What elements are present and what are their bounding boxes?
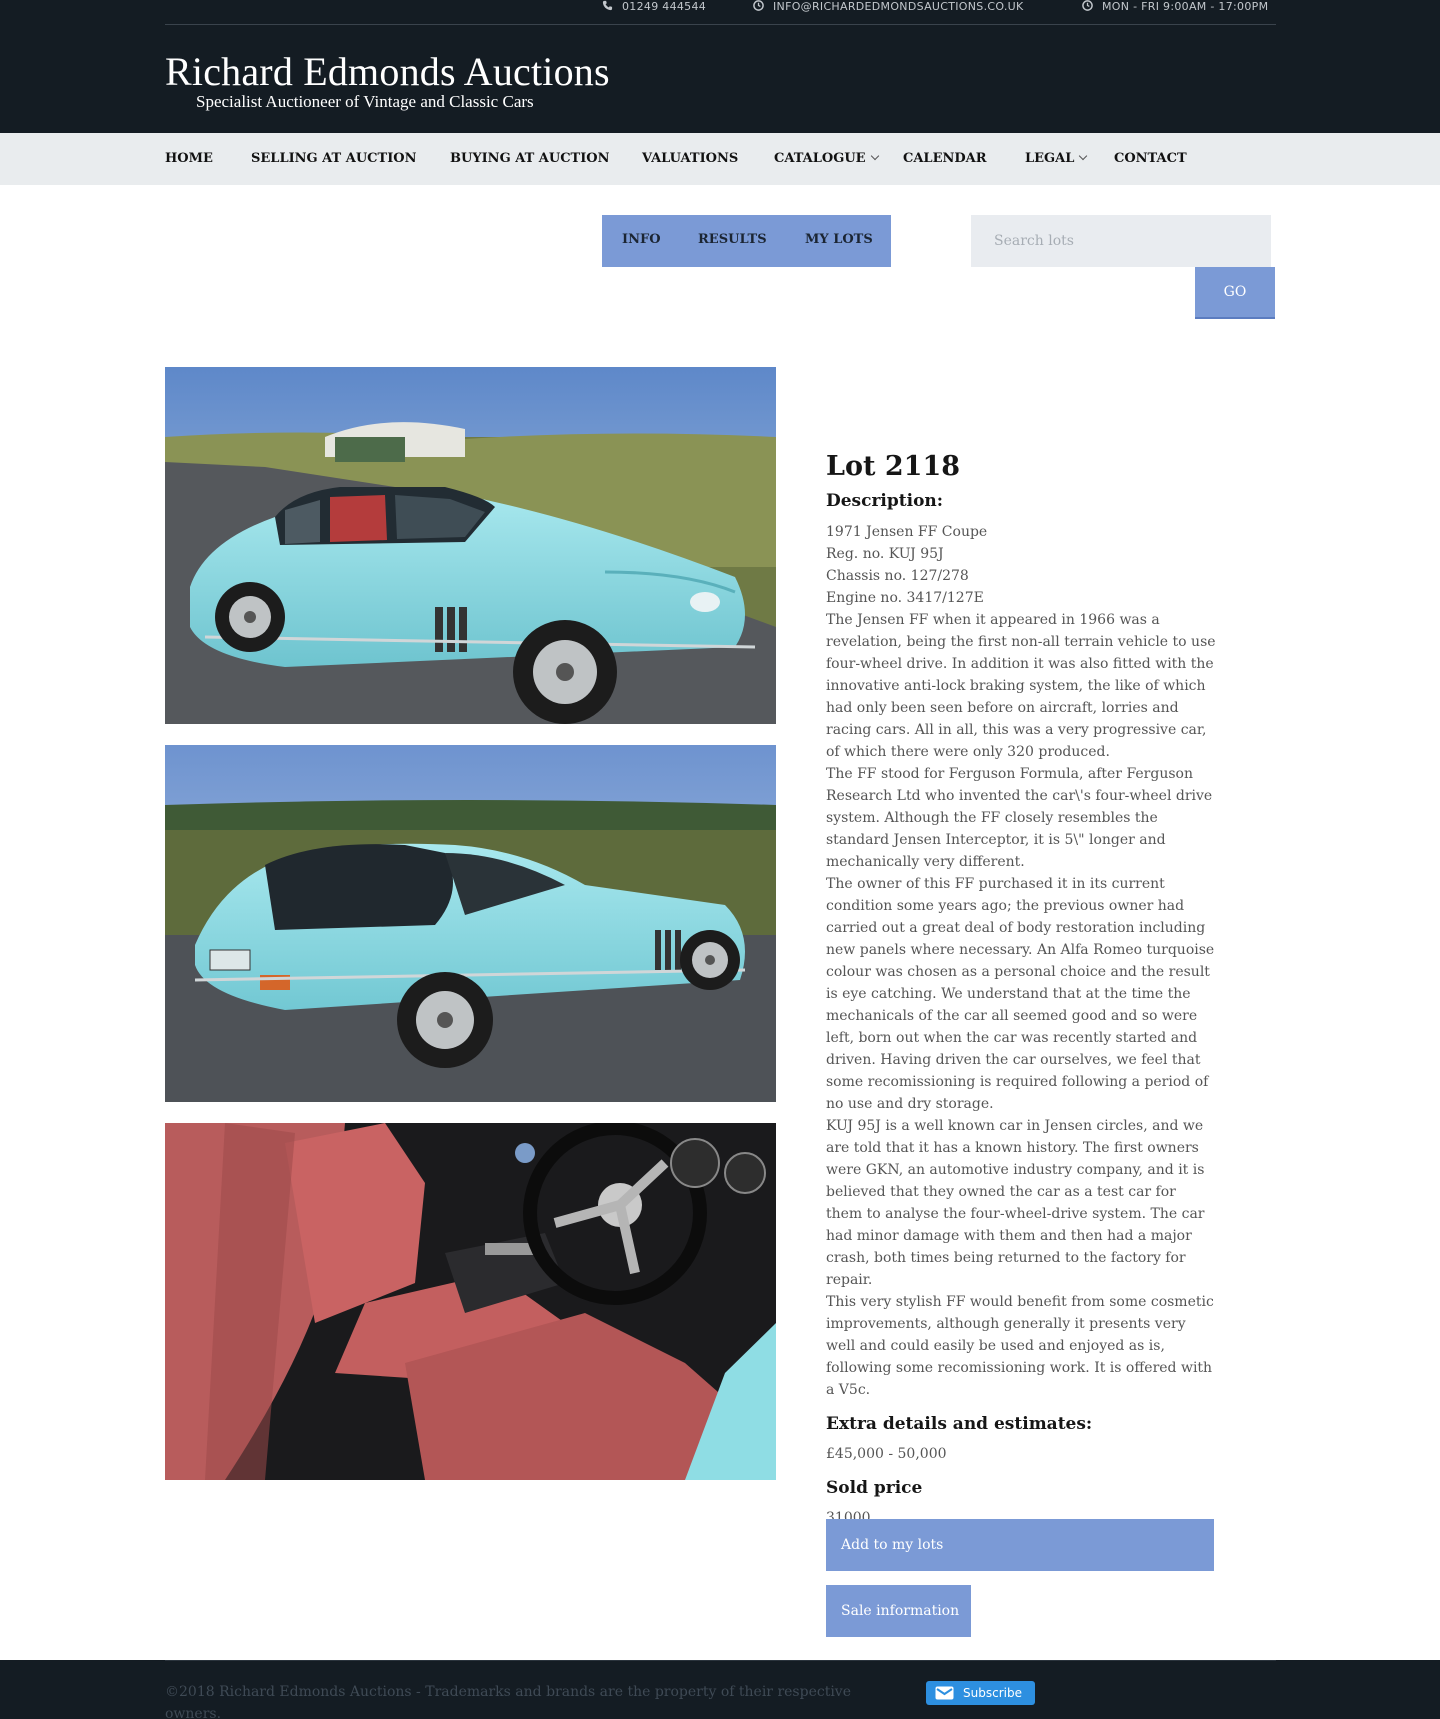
description-line: Reg. no. KUJ 95J [826, 546, 944, 562]
chevron-down-icon [870, 151, 879, 161]
clock-icon [1082, 0, 1093, 11]
rear-wheel [397, 972, 493, 1068]
description-line: Chassis no. 127/278 [826, 568, 969, 584]
lot-details: Lot 2118 Description: 1971 Jensen FF Cou… [826, 449, 1216, 1529]
lot-description: 1971 Jensen FF Coupe Reg. no. KUJ 95J Ch… [826, 521, 1216, 1401]
subscribe-button[interactable]: Subscribe [926, 1681, 1035, 1705]
clock-icon [753, 0, 764, 11]
front-wheel [513, 620, 617, 724]
nav-calendar[interactable]: CALENDAR [903, 133, 987, 185]
car-interior-image [165, 1123, 776, 1480]
lot-photo-rear[interactable] [165, 745, 776, 1102]
estimate-value: £45,000 - 50,000 [826, 1446, 947, 1462]
description-line: Engine no. 3417/127E [826, 590, 984, 606]
description-paragraph: The owner of this FF purchased it in its… [826, 876, 1215, 1112]
phone-number: 01249 444544 [622, 0, 707, 13]
auction-tabs: INFO RESULTS MY LOTS [602, 215, 891, 267]
lot-title: Lot 2118 [826, 451, 961, 482]
car-rear-image [165, 745, 776, 1102]
chevron-down-icon [1079, 151, 1088, 161]
nav-home[interactable]: HOME [165, 133, 213, 185]
contact-bar: 01249 444544 INFO@RICHARDEDMONDSAUCTIONS… [165, 0, 1276, 25]
car-front-image [165, 367, 776, 724]
description-heading: Description: [826, 491, 944, 511]
description-line: 1971 Jensen FF Coupe [826, 524, 988, 540]
copyright-text: ©2018 Richard Edmonds Auctions - Tradema… [165, 1684, 851, 1719]
phone-contact[interactable]: 01249 444544 [602, 0, 706, 14]
nav-valuations[interactable]: VALUATIONS [642, 133, 738, 185]
description-paragraph: This very stylish FF would benefit from … [826, 1294, 1214, 1398]
lot-photo-interior[interactable] [165, 1123, 776, 1480]
search-lots-input[interactable] [971, 215, 1271, 267]
sold-price-heading: Sold price [826, 1478, 923, 1498]
logo-subtitle: Specialist Auctioneer of Vintage and Cla… [196, 92, 534, 111]
extra-details-heading: Extra details and estimates: [826, 1414, 1093, 1434]
main-nav: HOME SELLING AT AUCTION BUYING AT AUCTIO… [0, 133, 1440, 185]
phone-icon [602, 0, 613, 11]
lot-photo-front[interactable] [165, 367, 776, 724]
tab-info[interactable]: INFO [622, 215, 661, 267]
add-to-my-lots-button[interactable]: Add to my lots [826, 1519, 1214, 1571]
site-footer: ©2018 Richard Edmonds Auctions - Tradema… [0, 1660, 1440, 1719]
nav-selling-at-auction[interactable]: SELLING AT AUCTION [251, 133, 416, 185]
front-wheel [680, 930, 740, 990]
envelope-icon [935, 1686, 954, 1700]
nav-catalogue-label: CATALOGUE [774, 151, 866, 166]
email-contact[interactable]: INFO@RICHARDEDMONDSAUCTIONS.CO.UK [753, 0, 1024, 14]
description-paragraph: The Jensen FF when it appeared in 1966 w… [826, 612, 1216, 760]
site-header: 01249 444544 INFO@RICHARDEDMONDSAUCTIONS… [0, 0, 1440, 133]
nav-legal-label: LEGAL [1025, 151, 1075, 166]
nav-buying-at-auction[interactable]: BUYING AT AUCTION [450, 133, 610, 185]
tab-my-lots[interactable]: MY LOTS [805, 215, 873, 267]
nav-legal[interactable]: LEGAL [1025, 133, 1088, 185]
logo-title: Richard Edmonds Auctions [165, 49, 610, 94]
email-address: INFO@RICHARDEDMONDSAUCTIONS.CO.UK [773, 0, 1024, 13]
description-paragraph: The FF stood for Ferguson Formula, after… [826, 766, 1213, 870]
footer-divider [165, 1660, 1276, 1661]
tab-results[interactable]: RESULTS [698, 215, 767, 267]
site-logo[interactable]: Richard Edmonds Auctions Specialist Auct… [165, 51, 610, 111]
hours-contact: MON - FRI 9:00AM - 17:00PM [1082, 0, 1268, 14]
sale-information-button[interactable]: Sale information [826, 1585, 971, 1637]
nav-contact[interactable]: CONTACT [1114, 133, 1187, 185]
opening-hours: MON - FRI 9:00AM - 17:00PM [1102, 0, 1269, 13]
nav-catalogue[interactable]: CATALOGUE [774, 133, 879, 185]
rear-wheel [215, 582, 285, 652]
subscribe-label: Subscribe [963, 1686, 1022, 1700]
go-button[interactable]: GO [1195, 267, 1275, 319]
description-paragraph: KUJ 95J is a well known car in Jensen ci… [826, 1118, 1205, 1288]
